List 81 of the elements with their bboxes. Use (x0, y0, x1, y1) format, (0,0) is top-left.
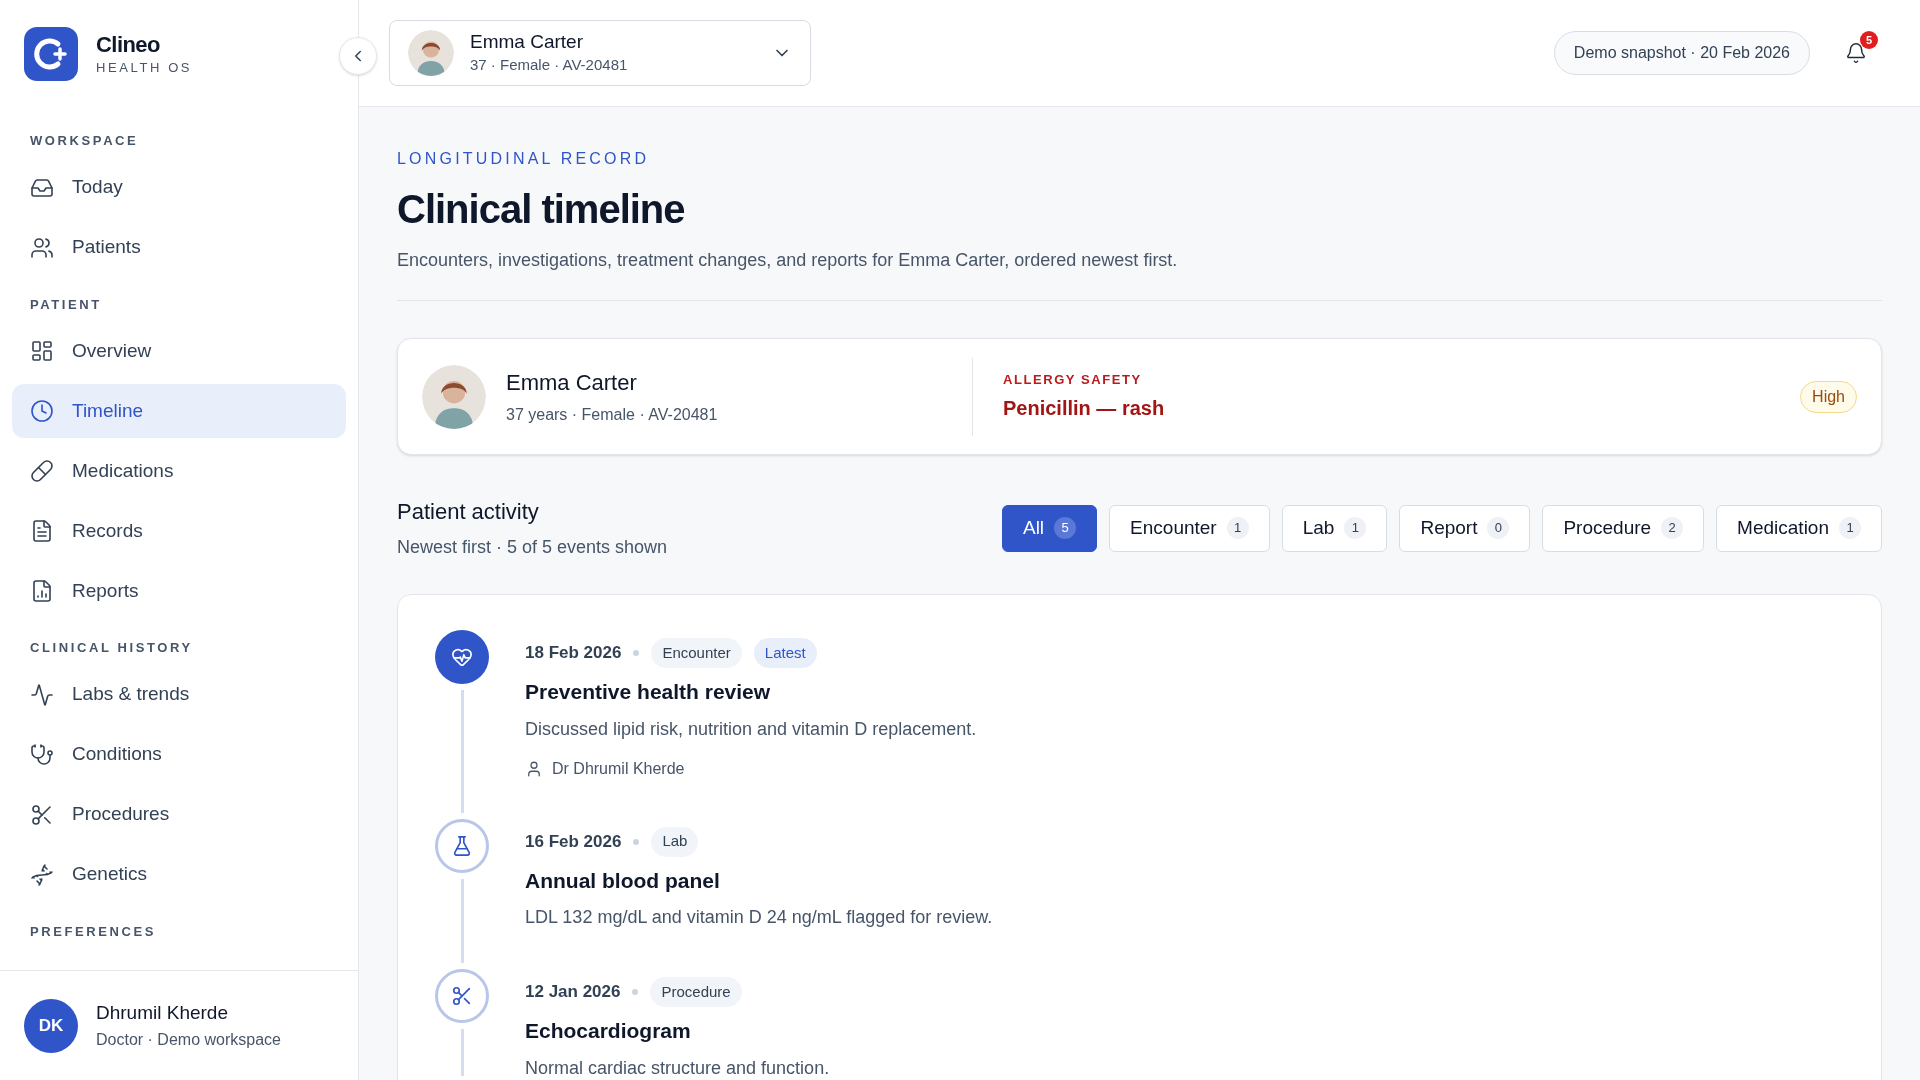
event-description: Discussed lipid risk, nutrition and vitamin D replacement. (525, 717, 977, 741)
section-label: PATIENT (29, 295, 103, 314)
nav-item[interactable]: Overview (12, 324, 346, 378)
count-badge: 1 (1226, 517, 1249, 539)
filter-tab[interactable]: Encounter 1 (1109, 504, 1270, 552)
pill-icon (30, 459, 54, 483)
patient-details: 37 · Female · AV-20481 (470, 54, 628, 75)
document-icon (30, 519, 54, 543)
eyebrow-label: LONGITUDINAL RECORD (397, 149, 651, 169)
severity-badge: High (1800, 380, 1857, 413)
event-description: Normal cardiac structure and function. (525, 1056, 830, 1080)
count-badge: 1 (1839, 517, 1861, 539)
section-label: PREFERENCES (29, 922, 158, 941)
logo-icon (24, 27, 78, 81)
nav-item[interactable]: Genetics (12, 847, 346, 902)
filter-tab[interactable]: Lab 1 (1281, 504, 1388, 552)
snapshot-badge: Demo snapshot · 20 Feb 2026 (1553, 31, 1810, 75)
clock-icon (30, 399, 54, 423)
event-date: 12 Jan 2026 (525, 981, 621, 1004)
filter-tab[interactable]: Medication 1 (1716, 504, 1882, 552)
nav-item[interactable]: Today (12, 160, 346, 215)
stethoscope-icon (30, 742, 54, 767)
nav-item[interactable]: Conditions (12, 727, 346, 782)
user-avatar: DK (24, 998, 78, 1053)
filter-tab[interactable]: Report 0 (1399, 504, 1531, 552)
count-badge: 1 (1344, 517, 1367, 539)
bell-icon (1845, 42, 1867, 64)
collapse-sidebar-button[interactable] (339, 37, 377, 75)
nav-item[interactable]: Labs & trends (12, 667, 346, 722)
section-subtitle: Newest first · 5 of 5 events shown (397, 536, 669, 559)
pulse-icon (30, 682, 54, 707)
person-icon (525, 759, 543, 778)
event-tag: Procedure (650, 977, 742, 1007)
dna-icon (30, 862, 54, 887)
filter-tab[interactable]: Procedure 2 (1542, 504, 1705, 552)
flask-icon (451, 834, 473, 857)
section-title: Patient activity (397, 498, 540, 526)
event-title: Annual blood panel (525, 867, 721, 894)
scissors-icon (30, 802, 54, 827)
users-icon (30, 235, 54, 260)
nav-item[interactable]: Reports (12, 564, 346, 618)
heart-pulse-icon (451, 646, 473, 668)
user-role: Doctor · Demo workspace (96, 1029, 281, 1050)
event-tag: Latest (753, 638, 817, 668)
count-badge: 5 (1054, 517, 1077, 539)
brand-tagline: HEALTH OS (96, 59, 193, 77)
patient-name: Emma Carter (470, 29, 583, 54)
nav-item[interactable]: Patients (12, 220, 346, 275)
nav-item[interactable]: Timeline (12, 384, 346, 438)
event-description: LDL 132 mg/dL and vitamin D 24 ng/mL flagged for review. (525, 906, 993, 929)
user-name: Dhrumil Kherde (96, 1001, 229, 1026)
allergy-label: ALLERGY SAFETY (1003, 370, 1143, 389)
event-title: Echocardiogram (525, 1018, 692, 1044)
avatar-icon (422, 364, 486, 429)
event-title: Preventive health review (525, 679, 772, 705)
filter-tab[interactable]: All 5 (1001, 504, 1098, 552)
patient-name: Emma Carter (506, 369, 638, 397)
event-date: 18 Feb 2026 (525, 642, 622, 665)
avatar-icon (408, 30, 454, 76)
event-tag: Lab (651, 826, 699, 857)
allergy-value: Penicillin — rash (1003, 396, 1166, 422)
page-description: Encounters, investigations, treatment changes, and reports for Emma Carter, ordered newest first. (397, 249, 1179, 272)
brand-name: Clineo (96, 30, 161, 58)
count-badge: 0 (1487, 517, 1510, 539)
grid-icon (30, 339, 54, 363)
count-badge: 2 (1661, 517, 1684, 539)
page-title: Clinical timeline (397, 186, 686, 233)
notifications-button[interactable]: 5 (1834, 31, 1878, 75)
event-date: 16 Feb 2026 (525, 830, 622, 853)
nav-item[interactable]: Procedures (12, 787, 346, 842)
patient-details: 37 years · Female · AV-20481 (506, 405, 719, 425)
section-label: WORKSPACE (29, 132, 140, 150)
scissors-icon (451, 985, 473, 1007)
event-tag: Encounter (651, 638, 742, 668)
notification-count: 5 (1860, 31, 1878, 49)
nav-item[interactable]: Records (12, 504, 346, 558)
patient-selector[interactable]: Emma Carter 37 · Female · AV-20481 (389, 20, 811, 86)
chart-document-icon (30, 579, 54, 603)
nav-item[interactable]: Medications (12, 444, 346, 498)
event-author: Dr Dhrumil Kherde (552, 758, 685, 779)
section-label: CLINICAL HISTORY (29, 639, 194, 657)
